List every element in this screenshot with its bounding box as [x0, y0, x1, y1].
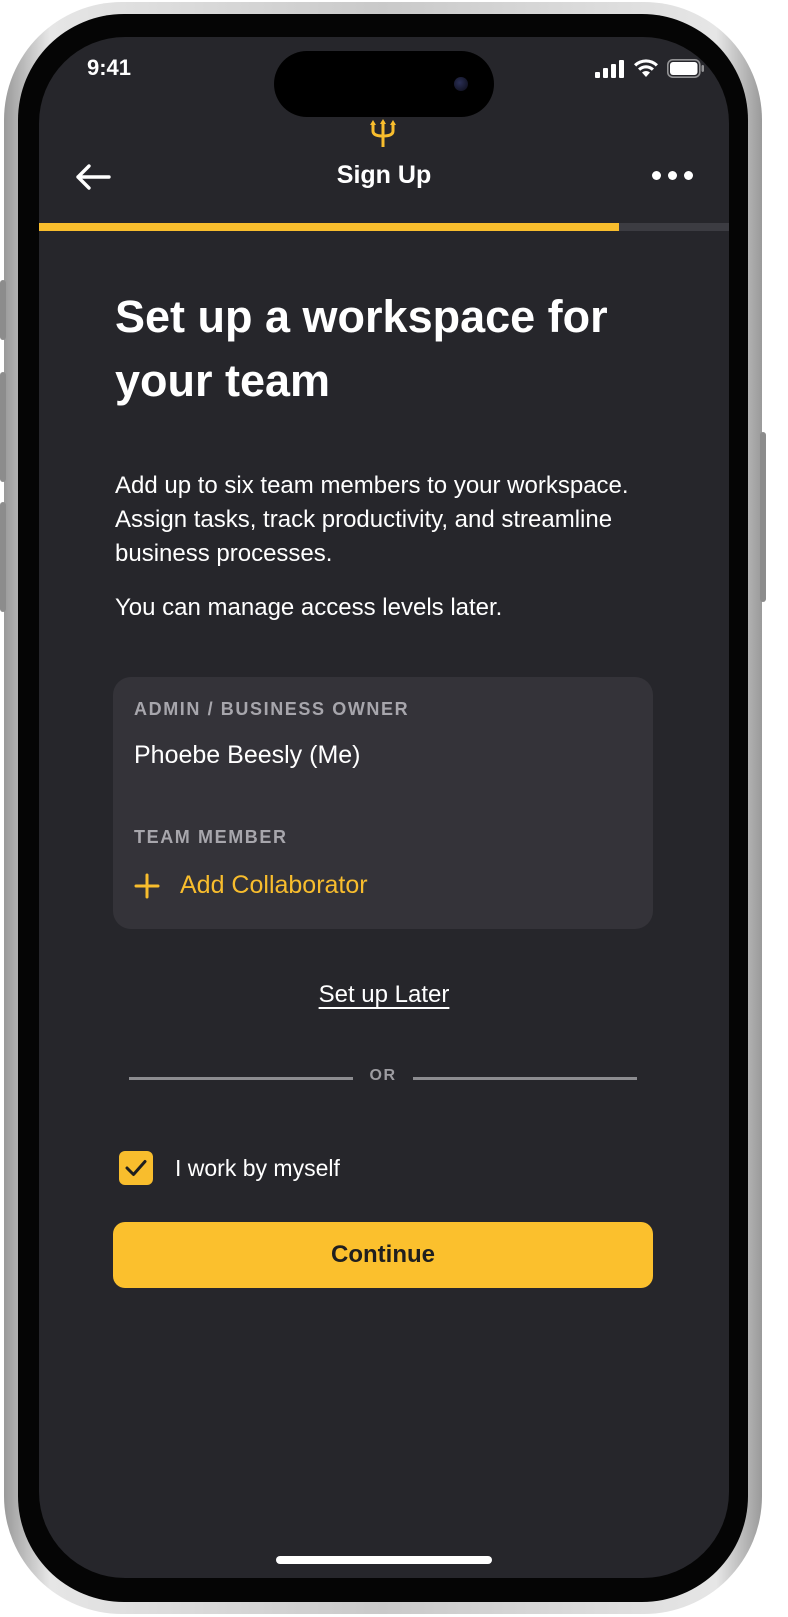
more-icon-dot: [668, 171, 677, 180]
admin-name: Phoebe Beesly (Me): [134, 741, 361, 769]
heading: Set up a workspace for your team: [115, 291, 608, 406]
divider-text: OR: [369, 1067, 397, 1084]
team-card: ADMIN / BUSINESS OWNER Phoebe Beesly (Me…: [113, 677, 653, 929]
wifi-icon: [634, 59, 658, 77]
plus-icon: [134, 873, 160, 898]
camera-icon: [454, 77, 468, 91]
status-icons: [595, 59, 705, 78]
app-screen: 9:41 Sign Up Set up a workspace for your…: [39, 37, 729, 1578]
admin-label: ADMIN / BUSINESS OWNER: [134, 699, 410, 719]
more-button[interactable]: [652, 165, 693, 186]
check-icon: [125, 1160, 147, 1176]
description: Add up to six team members to your works…: [115, 472, 629, 567]
dynamic-island: [274, 51, 494, 117]
setup-later-link[interactable]: Set up Later: [319, 981, 450, 1008]
progress-bar: [39, 223, 729, 231]
team-member-label: TEAM MEMBER: [134, 827, 288, 847]
trident-logo-icon: [370, 119, 396, 147]
progress-fill: [39, 223, 619, 231]
battery-icon: [667, 59, 704, 78]
solo-checkbox[interactable]: [119, 1151, 153, 1185]
home-indicator[interactable]: [276, 1556, 492, 1564]
setup-later-container: Set up Later: [39, 981, 729, 1009]
signal-icon: [595, 59, 624, 78]
side-button: [0, 280, 6, 340]
continue-button[interactable]: Continue: [113, 1222, 653, 1288]
solo-checkbox-label: I work by myself: [175, 1154, 340, 1181]
page-title: Sign Up: [336, 161, 432, 189]
volume-down-button: [0, 502, 6, 612]
description-secondary: You can manage access levels later.: [115, 594, 503, 621]
power-button: [760, 432, 766, 602]
add-collaborator-label: Add Collaborator: [180, 871, 368, 899]
volume-up-button: [0, 372, 6, 482]
status-time: 9:41: [87, 55, 132, 80]
more-icon-dot: [684, 171, 693, 180]
or-divider: OR: [129, 1067, 637, 1084]
add-collaborator-button[interactable]: Add Collaborator: [134, 871, 368, 900]
more-icon-dot: [652, 171, 661, 180]
solo-checkbox-row[interactable]: I work by myself: [119, 1151, 340, 1185]
